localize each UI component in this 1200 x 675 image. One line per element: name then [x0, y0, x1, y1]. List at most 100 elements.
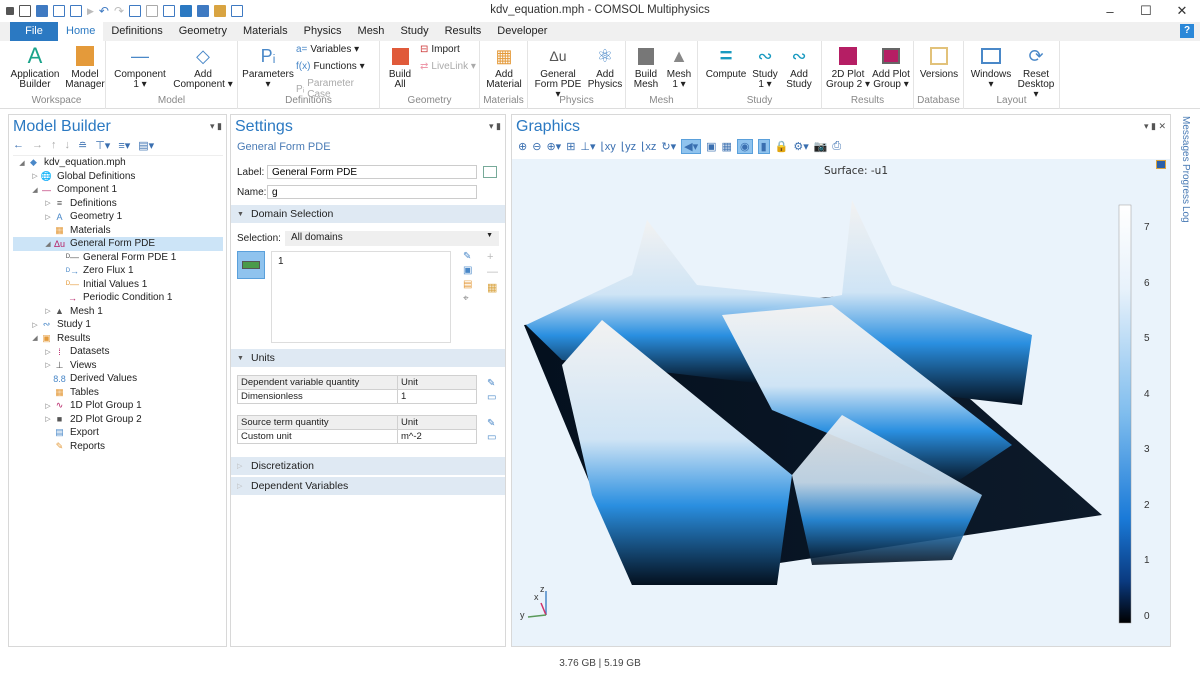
zoom-extents-icon[interactable]: ⊞: [566, 140, 575, 153]
tree-node[interactable]: ▦ Materials: [13, 224, 223, 238]
tree-node[interactable]: ◢ — Component 1: [13, 183, 223, 197]
variables-button[interactable]: a= Variables ▾: [296, 44, 359, 55]
model-manager-button[interactable]: Model Manager: [64, 45, 106, 90]
discretization-section[interactable]: ▷ Discretization: [231, 457, 505, 475]
move-up-icon[interactable]: ↑: [51, 139, 57, 152]
paste-selection-icon[interactable]: ✎: [463, 251, 472, 262]
quantity-cell[interactable]: Dimensionless: [237, 389, 398, 404]
tree-node[interactable]: ▷ ⊥ Views: [13, 359, 223, 373]
study-button[interactable]: ∾ Study 1 ▾: [750, 45, 780, 90]
build-all-button[interactable]: Build All: [384, 45, 416, 90]
selection-dropdown[interactable]: All domains ▼: [285, 231, 499, 246]
rotate-icon[interactable]: ↻▾: [661, 140, 676, 153]
add-icon[interactable]: +: [487, 251, 498, 263]
tab-study[interactable]: Study: [392, 22, 436, 41]
general-form-pde-button[interactable]: Δu General Form PDE ▾: [532, 45, 584, 100]
tree-node[interactable]: ▷ ▲ Mesh 1: [13, 305, 223, 319]
tab-file[interactable]: File: [10, 22, 58, 41]
camera-icon[interactable]: 📷: [814, 140, 828, 153]
dependent-variables-section[interactable]: ▷ Dependent Variables: [231, 477, 505, 495]
tree-node[interactable]: ᴰ— General Form PDE 1: [13, 251, 223, 265]
wireframe-icon[interactable]: ▦: [722, 140, 732, 153]
show-icon[interactable]: ≘: [78, 139, 87, 152]
progress-tab[interactable]: Progress: [1180, 164, 1191, 204]
scene-light-icon[interactable]: ◉: [736, 139, 753, 154]
tree-node[interactable]: → Periodic Condition 1: [13, 291, 223, 305]
livelink-button[interactable]: ⇄ LiveLink ▾: [420, 61, 476, 72]
tree-toggle-icon[interactable]: ◢: [30, 334, 40, 342]
tree-node[interactable]: ▷ A Geometry 1: [13, 210, 223, 224]
transparency-icon[interactable]: ▣: [706, 140, 716, 153]
tree-node[interactable]: ᴰ— Initial Values 1: [13, 278, 223, 292]
tab-home[interactable]: Home: [58, 22, 104, 41]
print-icon[interactable]: ⎙: [832, 140, 841, 153]
tree-node[interactable]: 8.8 Derived Values: [13, 372, 223, 386]
tab-physics[interactable]: Physics: [296, 22, 350, 41]
tree-node[interactable]: ▦ Tables: [13, 386, 223, 400]
settings-icon[interactable]: ⚙▾: [793, 140, 808, 153]
expand-icon[interactable]: ⊤▾: [95, 139, 110, 152]
tree-toggle-icon[interactable]: ▷: [30, 321, 40, 329]
zoom-in-icon[interactable]: ⊕: [518, 140, 527, 153]
reset-desktop-button[interactable]: ⟳ Reset Desktop ▾: [1014, 45, 1058, 100]
tree-node[interactable]: ▷ ⁞ Datasets: [13, 345, 223, 359]
color-legend-icon[interactable]: ▮: [757, 139, 770, 154]
copy-selection-icon[interactable]: ▣: [463, 265, 472, 276]
add-component-button[interactable]: ◇ Add Component ▾: [170, 45, 236, 90]
tree-node[interactable]: ◢ ◆ kdv_equation.mph: [13, 156, 223, 170]
tree-node[interactable]: ▷ ∿ 1D Plot Group 1: [13, 399, 223, 413]
versions-button[interactable]: Versions: [918, 45, 960, 80]
2d-plot-group-button[interactable]: 2D Plot Group 2 ▾: [826, 45, 870, 90]
edit-icon[interactable]: ✎: [487, 417, 496, 431]
tree-node[interactable]: ▷ ∾ Study 1: [13, 318, 223, 332]
tree-node[interactable]: ▷ 🌐 Global Definitions: [13, 170, 223, 184]
selection-mode-icon[interactable]: ◀▾: [681, 139, 702, 154]
help-button[interactable]: ?: [1180, 24, 1194, 38]
unit-select-icon[interactable]: ▭: [487, 391, 496, 405]
component-button[interactable]: — Component 1 ▾: [112, 45, 168, 90]
tab-results[interactable]: Results: [437, 22, 490, 41]
name-input[interactable]: [267, 185, 477, 199]
tab-mesh[interactable]: Mesh: [350, 22, 393, 41]
selection-list[interactable]: 1: [271, 251, 451, 343]
mesh-button[interactable]: ▲ Mesh 1 ▾: [664, 45, 694, 90]
zoom-to-selection-icon[interactable]: ⌖: [463, 293, 472, 304]
parameters-button[interactable]: Pᵢ Parameters ▾: [242, 45, 294, 90]
panel-controls-icon[interactable]: ▾ ▮ ✕: [1144, 121, 1166, 132]
sort-icon[interactable]: ≡▾: [118, 139, 130, 152]
panel-pin-icon[interactable]: ▾ ▮: [489, 121, 501, 132]
notification-icon[interactable]: [1156, 160, 1166, 169]
move-down-icon[interactable]: ↓: [65, 139, 71, 152]
application-builder-button[interactable]: A Application Builder: [10, 45, 60, 90]
tree-toggle-icon[interactable]: ◢: [43, 240, 53, 248]
back-icon[interactable]: ←: [13, 139, 24, 152]
maximize-button[interactable]: ☐: [1128, 0, 1164, 22]
tree-toggle-icon[interactable]: ◢: [30, 186, 40, 194]
label-input[interactable]: [267, 165, 477, 179]
axis-icon[interactable]: ⊥▾: [580, 140, 595, 153]
surface-plot[interactable]: [512, 165, 1172, 645]
windows-button[interactable]: Windows ▾: [968, 45, 1014, 90]
tree-toggle-icon[interactable]: ▷: [43, 348, 53, 356]
tree-node[interactable]: ◢ ▣ Results: [13, 332, 223, 346]
xz-view-icon[interactable]: ⌊xz: [641, 140, 656, 153]
minimize-button[interactable]: –: [1092, 0, 1128, 22]
tree-node[interactable]: ▤ Export: [13, 426, 223, 440]
quantity-cell[interactable]: Custom unit: [237, 429, 398, 444]
build-mesh-button[interactable]: Build Mesh: [630, 45, 662, 90]
tree-toggle-icon[interactable]: ▷: [43, 415, 53, 423]
active-selection-toggle[interactable]: [237, 251, 265, 279]
messages-tab[interactable]: Messages: [1180, 116, 1191, 162]
yz-view-icon[interactable]: ⌊yz: [621, 140, 636, 153]
tree-node[interactable]: ▷ ■ 2D Plot Group 2: [13, 413, 223, 427]
view-options-icon[interactable]: ▤▾: [138, 139, 154, 152]
unit-select-icon[interactable]: ▭: [487, 431, 496, 445]
tab-developer[interactable]: Developer: [489, 22, 555, 41]
tree-node[interactable]: ▷ ≡ Definitions: [13, 197, 223, 211]
tree-toggle-icon[interactable]: ◢: [17, 159, 27, 167]
units-section[interactable]: ▼ Units: [231, 349, 505, 367]
zoom-box-icon[interactable]: ⊕▾: [546, 140, 561, 153]
tree-toggle-icon[interactable]: ▷: [30, 172, 40, 180]
tree-toggle-icon[interactable]: ▷: [43, 361, 53, 369]
remove-icon[interactable]: —: [487, 266, 498, 278]
